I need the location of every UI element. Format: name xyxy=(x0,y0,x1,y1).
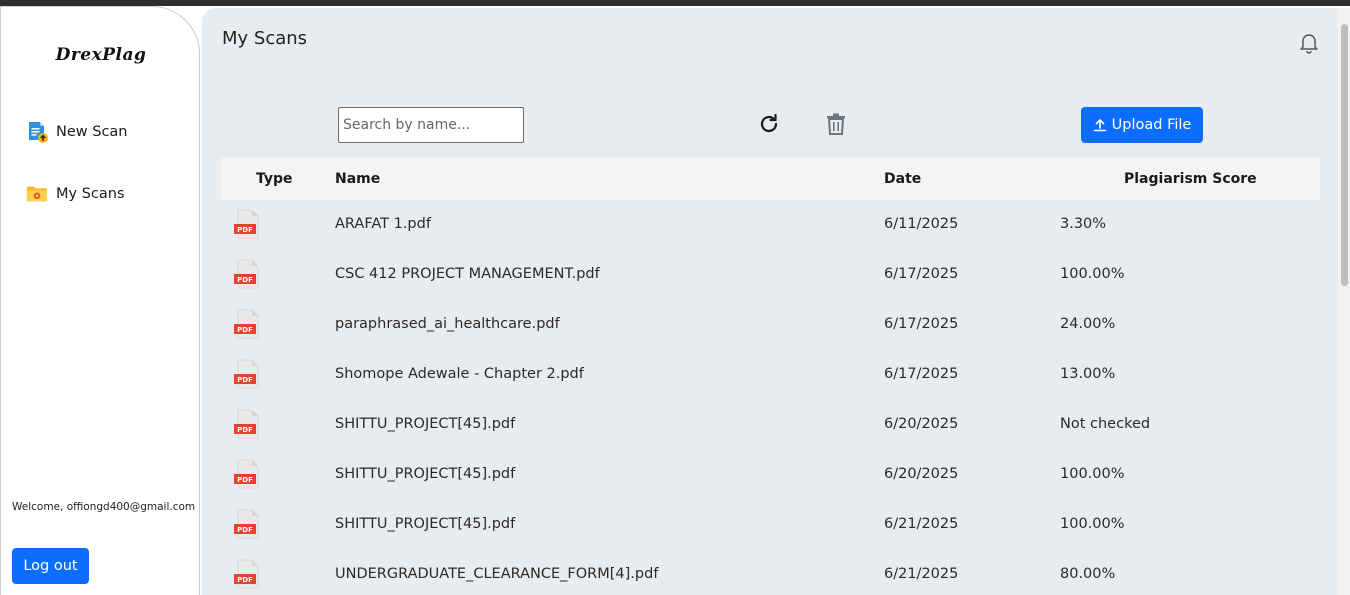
column-header-name[interactable]: Name xyxy=(335,171,380,187)
table-row[interactable]: PDF UNDERGRADUATE_CLEARANCE_FORM[4].pdf … xyxy=(221,550,1320,595)
pdf-file-icon: PDF xyxy=(233,559,261,589)
scans-table-body: PDF ARAFAT 1.pdf 6/11/2025 3.30% PDF CSC… xyxy=(221,200,1320,595)
scan-date: 6/21/2025 xyxy=(884,566,959,582)
file-name: ARAFAT 1.pdf xyxy=(335,216,431,232)
table-row[interactable]: PDF ARAFAT 1.pdf 6/11/2025 3.30% xyxy=(221,200,1320,250)
pdf-badge-text: PDF xyxy=(237,326,253,334)
upload-file-label: Upload File xyxy=(1111,117,1192,133)
pdf-file-icon: PDF xyxy=(233,259,261,289)
pdf-file-icon: PDF xyxy=(233,459,261,489)
sidebar-item-new-scan[interactable]: New Scan xyxy=(26,119,128,145)
table-row[interactable]: PDF CSC 412 PROJECT MANAGEMENT.pdf 6/17/… xyxy=(221,250,1320,300)
file-name: paraphrased_ai_healthcare.pdf xyxy=(335,316,560,332)
upload-file-button[interactable]: Upload File xyxy=(1081,107,1203,143)
column-header-date[interactable]: Date xyxy=(884,171,921,187)
file-name: UNDERGRADUATE_CLEARANCE_FORM[4].pdf xyxy=(335,566,659,582)
sidebar-item-my-scans[interactable]: My Scans xyxy=(26,181,125,207)
plagiarism-score: 100.00% xyxy=(1060,466,1125,482)
scan-date: 6/17/2025 xyxy=(884,266,959,282)
page-title: My Scans xyxy=(222,28,308,49)
scrollbar-thumb[interactable] xyxy=(1341,24,1348,286)
scan-date: 6/17/2025 xyxy=(884,316,959,332)
refresh-icon[interactable] xyxy=(757,112,781,136)
main-panel: My Scans Upload File Type Name xyxy=(202,8,1338,595)
pdf-file-icon: PDF xyxy=(233,359,261,389)
vertical-scrollbar[interactable] xyxy=(1338,8,1350,595)
plagiarism-score: 100.00% xyxy=(1060,266,1125,282)
scan-date: 6/20/2025 xyxy=(884,416,959,432)
pdf-badge-text: PDF xyxy=(237,226,253,234)
file-name: CSC 412 PROJECT MANAGEMENT.pdf xyxy=(335,266,600,282)
trash-icon[interactable] xyxy=(825,112,847,136)
pdf-badge-text: PDF xyxy=(237,276,253,284)
pdf-file-icon: PDF xyxy=(233,309,261,339)
table-row[interactable]: PDF SHITTU_PROJECT[45].pdf 6/20/2025 100… xyxy=(221,450,1320,500)
pdf-badge-text: PDF xyxy=(237,476,253,484)
pdf-badge-text: PDF xyxy=(237,526,253,534)
upload-icon xyxy=(1093,119,1106,132)
sidebar: DrexPlag New Scan My Scans Welcome, offi… xyxy=(0,6,200,595)
table-header: Type Name Date Plagiarism Score xyxy=(221,158,1320,200)
search-input[interactable] xyxy=(338,107,524,143)
file-name: Shomope Adewale - Chapter 2.pdf xyxy=(335,366,584,382)
browser-top-strip xyxy=(0,0,1350,6)
folder-icon xyxy=(26,182,50,206)
column-header-plagiarism-score[interactable]: Plagiarism Score xyxy=(1124,171,1257,187)
scan-date: 6/17/2025 xyxy=(884,366,959,382)
file-name: SHITTU_PROJECT[45].pdf xyxy=(335,416,516,432)
pdf-file-icon: PDF xyxy=(233,409,261,439)
plagiarism-score: 13.00% xyxy=(1060,366,1116,382)
table-row[interactable]: PDF SHITTU_PROJECT[45].pdf 6/21/2025 100… xyxy=(221,500,1320,550)
pdf-badge-text: PDF xyxy=(237,376,253,384)
scan-date: 6/20/2025 xyxy=(884,466,959,482)
plagiarism-score: 24.00% xyxy=(1060,316,1116,332)
table-row[interactable]: PDF paraphrased_ai_healthcare.pdf 6/17/2… xyxy=(221,300,1320,350)
scan-date: 6/21/2025 xyxy=(884,516,959,532)
pdf-file-icon: PDF xyxy=(233,509,261,539)
table-row[interactable]: PDF SHITTU_PROJECT[45].pdf 6/20/2025 Not… xyxy=(221,400,1320,450)
app-logo: DrexPlag xyxy=(55,45,147,65)
sidebar-item-label: New Scan xyxy=(56,124,128,140)
file-name: SHITTU_PROJECT[45].pdf xyxy=(335,466,516,482)
pdf-file-icon: PDF xyxy=(233,209,261,239)
file-name: SHITTU_PROJECT[45].pdf xyxy=(335,516,516,532)
plagiarism-score: 80.00% xyxy=(1060,566,1116,582)
new-scan-icon xyxy=(26,120,50,144)
sidebar-item-label: My Scans xyxy=(56,186,125,202)
logout-button[interactable]: Log out xyxy=(12,548,89,584)
plagiarism-score: Not checked xyxy=(1060,416,1151,432)
welcome-text: Welcome, offiongd400@gmail.com xyxy=(12,501,196,513)
bell-icon[interactable] xyxy=(1299,32,1319,54)
scan-date: 6/11/2025 xyxy=(884,216,959,232)
table-row[interactable]: PDF Shomope Adewale - Chapter 2.pdf 6/17… xyxy=(221,350,1320,400)
pdf-badge-text: PDF xyxy=(237,426,253,434)
pdf-badge-text: PDF xyxy=(237,576,253,584)
column-header-type[interactable]: Type xyxy=(256,171,293,187)
plagiarism-score: 100.00% xyxy=(1060,516,1125,532)
plagiarism-score: 3.30% xyxy=(1060,216,1107,232)
